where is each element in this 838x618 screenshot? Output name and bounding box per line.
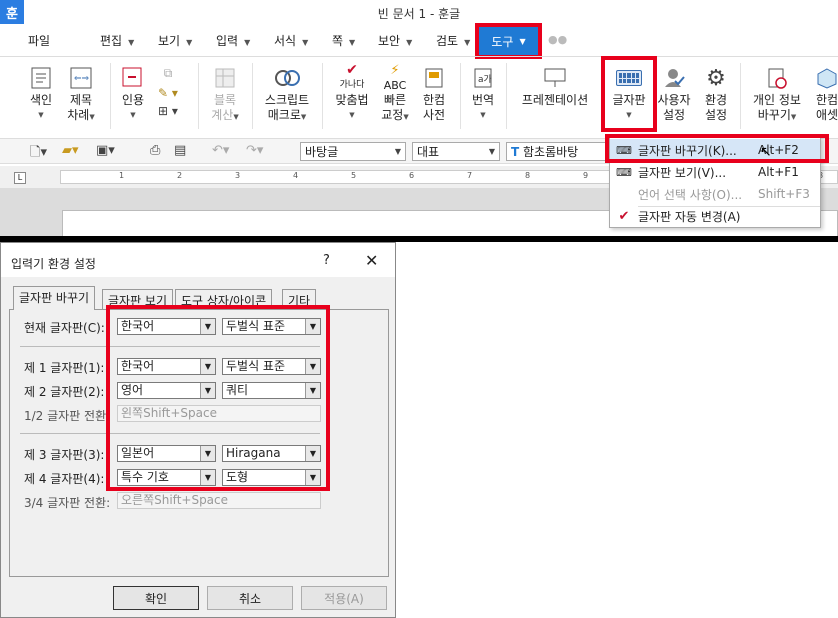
help-button[interactable]: ? <box>323 253 330 268</box>
quick-correct-button[interactable]: ⚡ ABC 빠른 교정▼ <box>378 63 412 125</box>
toggle-3-4-field[interactable]: 오른쪽Shift+Space <box>117 492 321 509</box>
keyboard-settings-highlight <box>106 305 330 491</box>
checkmark-icon: ✔ <box>618 208 630 224</box>
hancom-assistant-button[interactable]: 한컴 애셋 <box>810 63 838 123</box>
save-icon[interactable]: ▣▾ <box>96 143 115 158</box>
block-calc-icon <box>208 63 242 93</box>
menu-language-options[interactable]: 언어 선택 사항(O)... Shift+F3 <box>610 183 820 205</box>
script-macro-icon <box>262 63 312 93</box>
spellcheck-icon: ✔ 가나다 <box>339 62 365 91</box>
edit-icon: ✎ ▾ <box>158 85 178 100</box>
keyboard-view-icon: ⌨ <box>616 165 632 179</box>
keyboard-3-label: 제 3 글자판(3): <box>24 448 105 462</box>
font-icon: T <box>511 145 520 159</box>
spellcheck-button[interactable]: ✔ 가나다 맞춤법 ▼ <box>332 63 372 123</box>
translate-icon: a가 <box>468 63 498 93</box>
keyboard-1-label: 제 1 글자판(1): <box>24 361 105 375</box>
mouse-cursor-icon: ↖ <box>760 144 772 160</box>
undo-icon[interactable]: ↶▾ <box>212 143 229 158</box>
font-combo[interactable]: T 함초롬바탕 <box>506 142 606 161</box>
close-icon[interactable]: ✕ <box>365 251 378 270</box>
open-folder-icon[interactable]: ▰▾ <box>62 143 79 158</box>
svg-text:⇐⇒: ⇐⇒ <box>74 74 90 84</box>
menu-review[interactable]: 검토 ▼ <box>436 32 470 49</box>
cube-icon <box>810 63 838 93</box>
print-icon[interactable]: ⎙ <box>150 143 160 158</box>
block-calc-button[interactable]: 블록 계산▼ <box>208 63 242 125</box>
user-settings-button[interactable]: 사용자 설정 <box>656 63 692 123</box>
print-preview-icon[interactable]: ▤ <box>174 143 186 158</box>
change-keyboard-highlight <box>605 134 829 163</box>
dialog-title: 입력기 환경 설정 <box>11 257 96 271</box>
copy-icon: ⧉ <box>163 65 173 80</box>
menu-insert[interactable]: 입력 ▼ <box>216 32 250 49</box>
personal-info-button[interactable]: 개인 정보 바꾸기▼ <box>748 63 806 125</box>
hangul-window: 훈 빈 문서 1 - 훈글 파일 편집 ▼ 보기 ▼ 입력 ▼ 서식 ▼ 쪽 ▼ 보안 ▼ … <box>0 0 838 236</box>
menu-security[interactable]: 보안 ▼ <box>378 32 412 49</box>
cancel-button[interactable]: 취소 <box>207 586 293 610</box>
toggle-3-4-label: 3/4 글자판 전환: <box>24 496 111 510</box>
menu-view-keyboard[interactable]: ⌨ 글자판 보기(V)... Alt+F1 <box>610 161 820 183</box>
layout-icon: ⊞ ▾ <box>158 103 178 118</box>
index-button[interactable]: 색인 ▼ <box>26 63 56 123</box>
svg-text:a가: a가 <box>478 74 492 85</box>
menu-tools-highlight <box>475 23 542 59</box>
menu-auto-change-keyboard[interactable]: ✔ 글자판 자동 변경(A) <box>610 205 820 227</box>
keyboard-button-highlight <box>601 56 657 132</box>
style-combo[interactable]: 바탕글 ▼ <box>300 142 406 161</box>
user-settings-icon <box>656 63 692 93</box>
toc-button[interactable]: ⇐⇒ 제목 차례▼ <box>64 63 98 125</box>
menu-file[interactable]: 파일 <box>28 32 50 49</box>
menu-page[interactable]: 쪽 ▼ <box>332 32 355 49</box>
menu-bar: 파일 편집 ▼ 보기 ▼ 입력 ▼ 서식 ▼ 쪽 ▼ 보안 ▼ 검토 ▼ <box>0 26 838 54</box>
quote-icon <box>118 63 148 93</box>
menu-edit[interactable]: 편집 ▼ <box>100 32 134 49</box>
translate-button[interactable]: a가 번역 ▼ <box>468 63 498 123</box>
title-bar: 훈 빈 문서 1 - 훈글 <box>0 0 838 24</box>
window-title: 빈 문서 1 - 훈글 <box>377 7 461 21</box>
keyboard-4-label: 제 4 글자판(4): <box>24 472 105 486</box>
tab-change-keyboard[interactable]: 글자판 바꾸기 <box>13 286 96 310</box>
gear-icon: ⚙ <box>706 65 726 91</box>
hancom-dictionary-icon <box>418 63 450 93</box>
quick-correct-icon: ⚡ ABC <box>383 63 407 92</box>
outline-combo[interactable]: 대표 ▼ <box>412 142 500 161</box>
presentation-icon <box>518 63 592 93</box>
menu-format[interactable]: 서식 ▼ <box>274 32 308 49</box>
toc-icon: ⇐⇒ <box>64 63 98 93</box>
new-document-icon[interactable]: 🗋▾ <box>30 143 47 165</box>
keyboard-2-label: 제 2 글자판(2): <box>24 385 105 399</box>
current-keyboard-label: 현재 글자판(C): <box>24 321 105 335</box>
apply-button[interactable]: 적용(A) <box>301 586 387 610</box>
script-macro-button[interactable]: 스크립트 매크로▼ <box>262 63 312 125</box>
toggle-1-2-label: 1/2 글자판 전환: <box>24 409 111 423</box>
redo-icon[interactable]: ↷▾ <box>246 143 263 158</box>
hancom-dictionary-button[interactable]: 한컴 사전 <box>418 63 450 123</box>
presentation-button[interactable]: 프레젠테이션 <box>518 63 592 108</box>
environment-settings-button[interactable]: ⚙ 환경 설정 <box>700 63 732 123</box>
ribbon: 색인 ▼ ⇐⇒ 제목 차례▼ 인용 ▼ ⧉ ✎ ▾ ⊞ ▾ 블록 계산▼ 스크립트 매크로… <box>0 56 838 136</box>
tab-stop-marker[interactable]: L <box>14 172 26 184</box>
quote-button[interactable]: 인용 ▼ <box>118 63 148 123</box>
quote-sub-buttons[interactable]: ⧉ ✎ ▾ ⊞ ▾ <box>150 63 186 119</box>
personal-info-icon <box>748 63 806 93</box>
people-icon: ●● <box>548 33 568 46</box>
ok-button[interactable]: 확인 <box>113 586 199 610</box>
dialog-title-bar: 입력기 환경 설정 ? ✕ <box>1 243 395 277</box>
index-icon <box>26 63 56 93</box>
menu-view[interactable]: 보기 ▼ <box>158 32 192 49</box>
